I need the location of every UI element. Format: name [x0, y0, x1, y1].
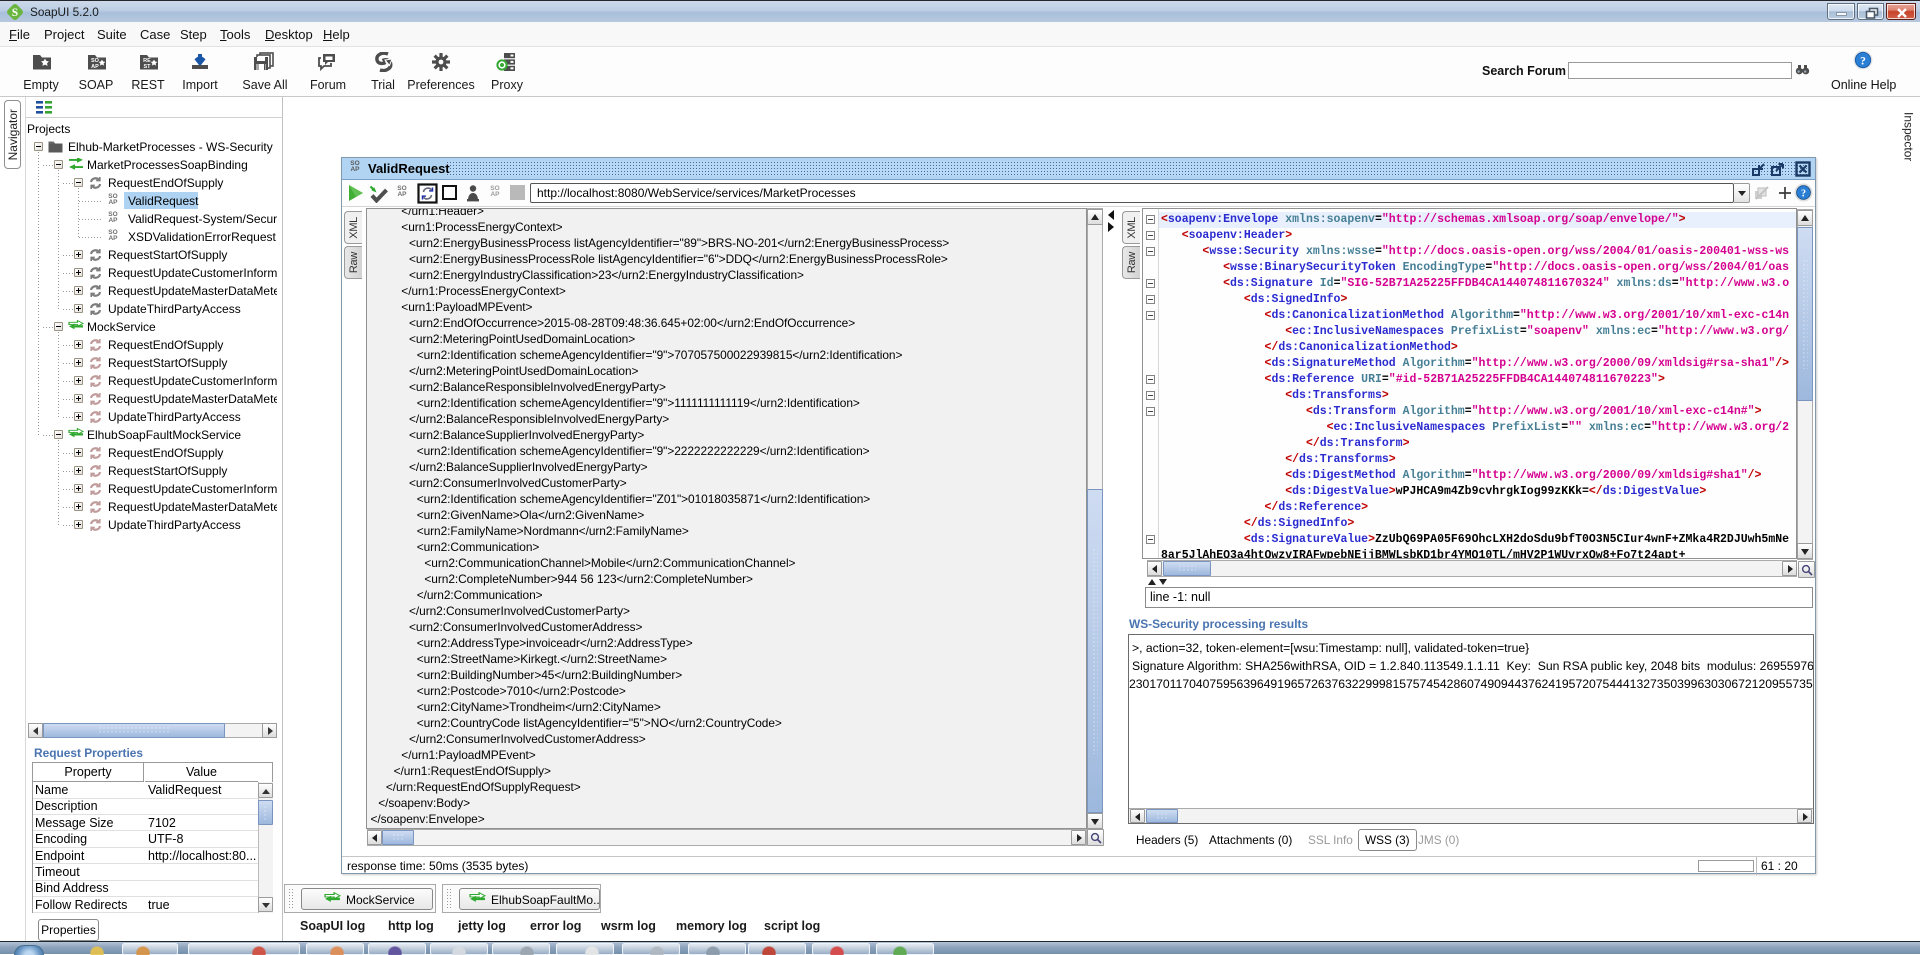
svg-text:?: ?	[1801, 189, 1806, 200]
svg-text:AP: AP	[91, 64, 99, 70]
svg-text:?: ?	[1860, 56, 1866, 68]
svg-text:S: S	[12, 7, 18, 19]
svg-text:ST: ST	[143, 64, 151, 70]
